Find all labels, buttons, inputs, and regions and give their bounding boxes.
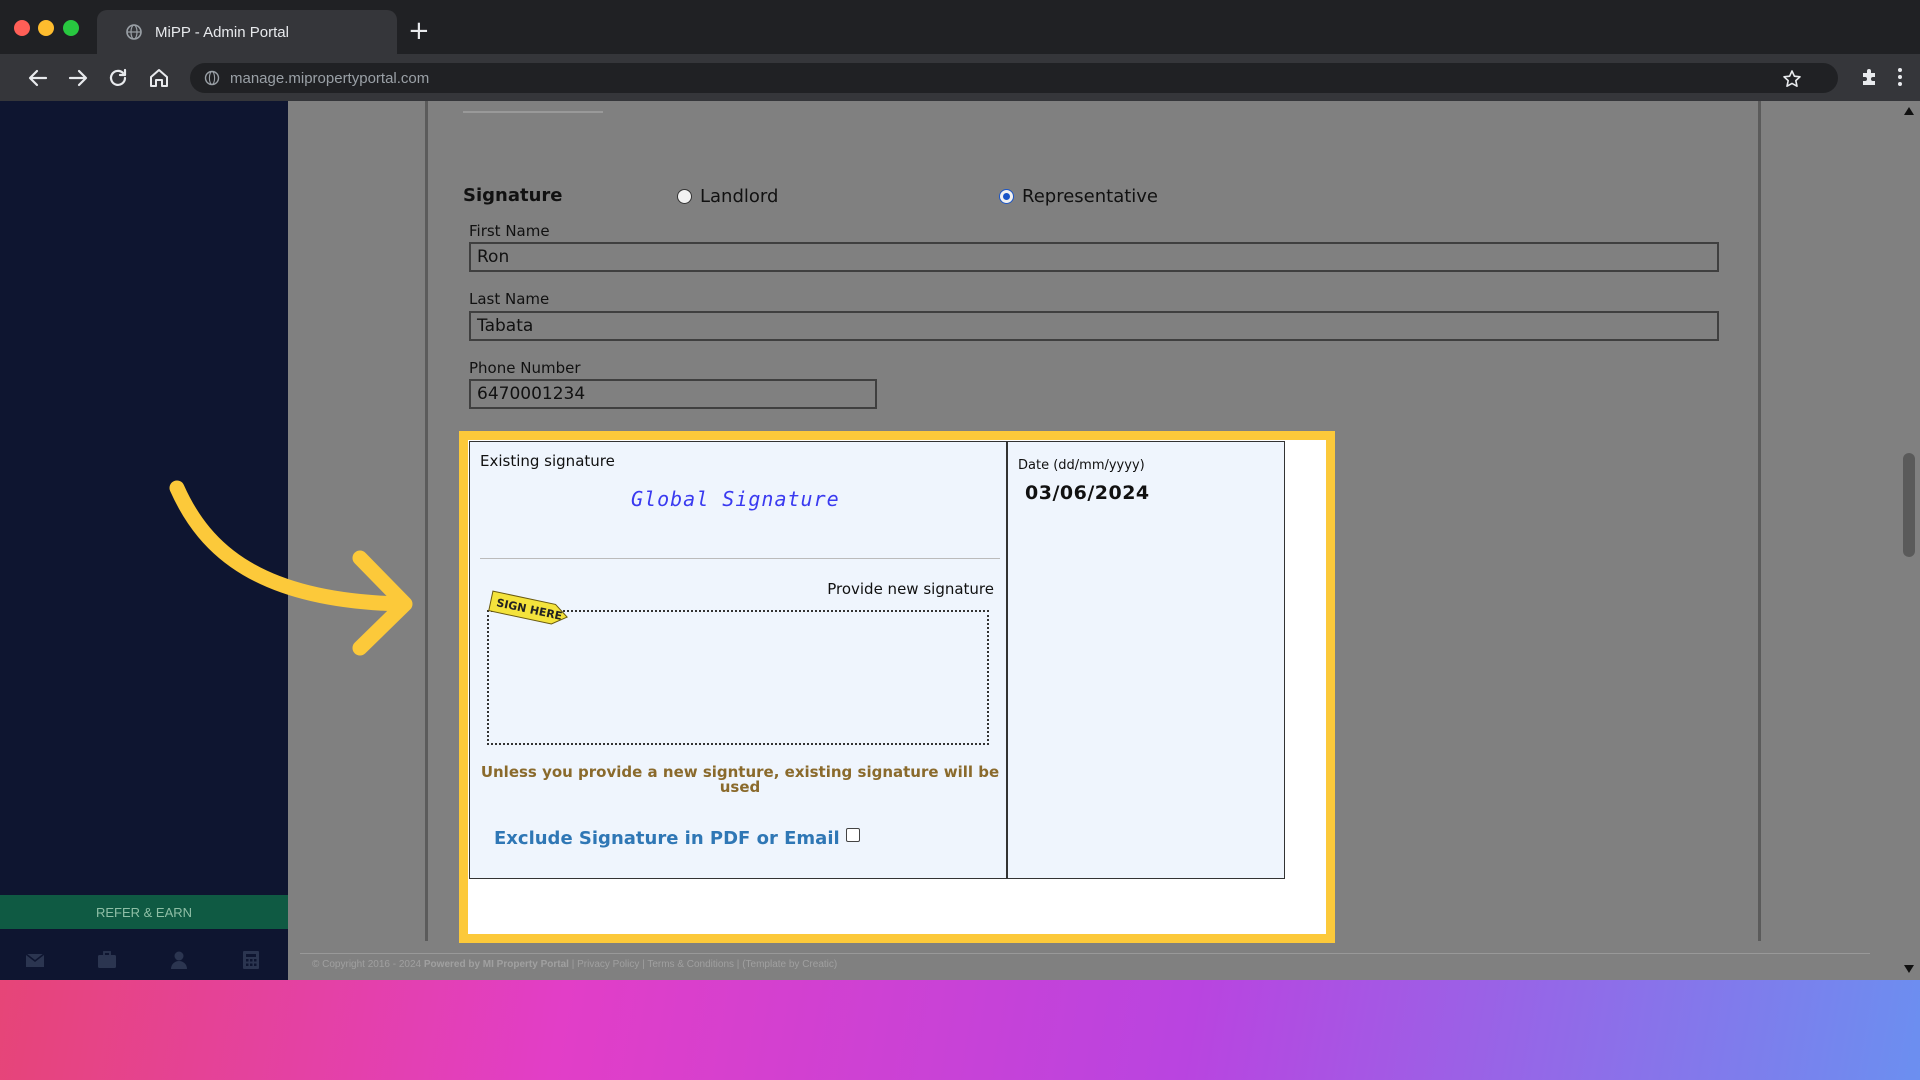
existing-signature-value: Global Signature [631,487,840,511]
first-name-input[interactable]: Ron [469,242,1719,272]
exclude-signature-label: Exclude Signature in PDF or Email [494,828,840,849]
tab-title: MiPP - Admin Portal [155,23,289,41]
page-footer: © Copyright 2016 - 2024 Powered by MI Pr… [312,959,838,970]
page-viewport: REFER & EARN Signature Landlord Represen… [0,101,1920,980]
date-value: 03/06/2024 [1025,482,1150,504]
user-icon[interactable] [168,949,190,971]
scroll-down-arrow-icon[interactable] [1904,965,1914,973]
close-window-button[interactable] [14,20,30,36]
phone-number-label: Phone Number [469,359,581,377]
sidebar-icon-bar [0,941,288,977]
refer-and-earn-button[interactable]: REFER & EARN [0,895,288,929]
calculator-icon[interactable] [240,949,262,971]
briefcase-icon[interactable] [96,949,118,971]
mail-icon[interactable] [24,949,46,971]
minimize-window-button[interactable] [38,20,54,36]
signature-warning: Unless you provide a new signture, exist… [480,763,1000,796]
date-label: Date (dd/mm/yyyy) [1018,458,1145,473]
radio-landlord[interactable]: Landlord [677,186,778,207]
scrollbar-thumb[interactable] [1903,453,1915,557]
phone-number-input[interactable]: 6470001234 [469,379,877,409]
signature-divider [480,558,1000,559]
template-credit: (Template by Creatic) [742,959,838,970]
first-name-label: First Name [469,222,550,240]
browser-menu-icon[interactable] [1895,66,1905,88]
address-bar[interactable]: manage.mipropertyportal.com [190,63,1838,93]
home-icon[interactable] [147,66,171,90]
title-bar: MiPP - Admin Portal + [0,0,1920,54]
last-name-input[interactable]: Tabata [469,311,1719,341]
radio-representative-button[interactable] [999,189,1014,204]
back-arrow-icon[interactable] [26,66,50,90]
footer-divider [300,953,1870,954]
radio-landlord-label: Landlord [700,186,779,207]
signature-heading: Signature [463,185,563,206]
provide-new-signature-label: Provide new signature [827,580,994,598]
new-tab-button[interactable]: + [408,18,430,44]
browser-toolbar: manage.mipropertyportal.com [0,54,1920,101]
existing-signature-label: Existing signature [480,452,615,470]
powered-by-link[interactable]: Powered by MI Property Portal [424,959,569,970]
bookmark-star-icon[interactable] [1782,69,1802,89]
forward-arrow-icon[interactable] [66,66,90,90]
signature-pad[interactable] [487,610,989,745]
scroll-up-arrow-icon[interactable] [1904,107,1914,115]
extensions-puzzle-icon[interactable] [1859,66,1881,88]
radio-landlord-button[interactable] [677,189,692,204]
browser-window: MiPP - Admin Portal + manage.mipropertyp… [0,0,1920,980]
terms-link[interactable]: Terms & Conditions [647,959,734,970]
privacy-policy-link[interactable]: Privacy Policy [577,959,639,970]
radio-representative-label: Representative [1022,186,1159,207]
reload-icon[interactable] [106,66,130,90]
browser-tab[interactable]: MiPP - Admin Portal [97,10,397,54]
top-divider [463,101,603,113]
signature-table: Existing signature Global Signature Prov… [469,441,1285,879]
exclude-signature-checkbox[interactable] [846,828,860,842]
url-text: manage.mipropertyportal.com [230,69,430,87]
annotation-arrow-icon [169,480,413,656]
last-name-label: Last Name [469,290,550,308]
globe-icon [126,24,142,40]
radio-representative[interactable]: Representative [999,186,1158,207]
maximize-window-button[interactable] [63,20,79,36]
copyright-text: © Copyright 2016 - 2024 [312,959,422,970]
site-info-icon[interactable] [204,70,220,86]
column-divider [1006,442,1008,878]
